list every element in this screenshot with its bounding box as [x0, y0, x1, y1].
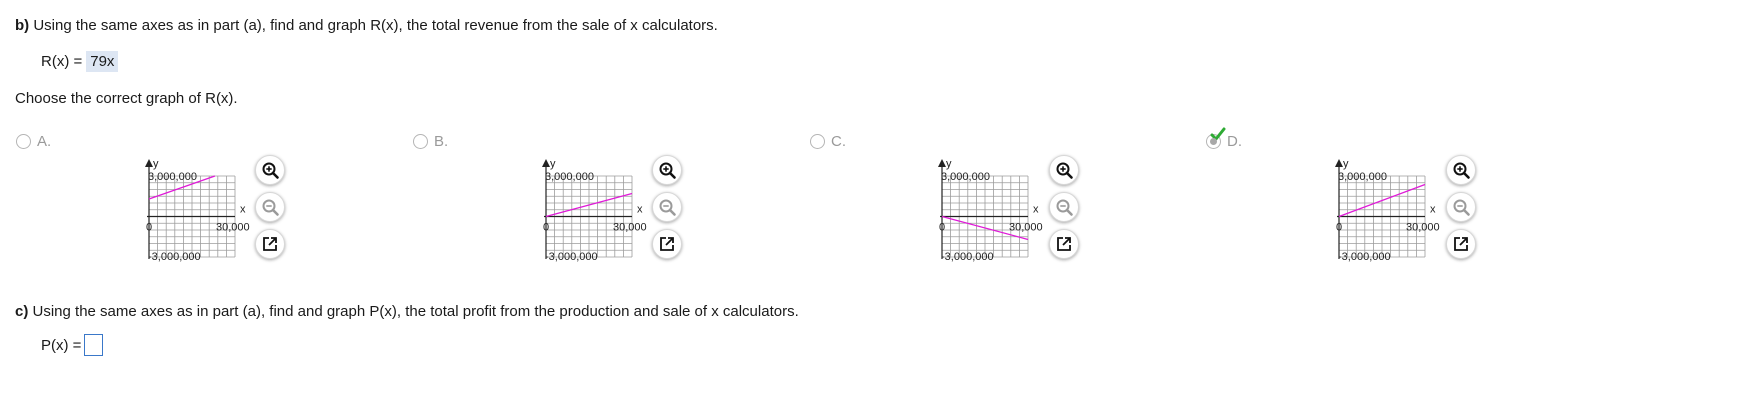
profit-answer-prefix: P(x) =	[41, 336, 82, 354]
y-max-label: 3,000,000	[545, 171, 594, 183]
graph-svg: y3,000,000 x 30,000 0 -3,000,000	[542, 158, 647, 263]
y-axis-label: y	[153, 158, 159, 170]
y-min-label: -3,000,000	[148, 251, 201, 263]
graph-option-d[interactable]: y 3,000,000 x 30,000 0 -3,000,000	[1330, 155, 1450, 272]
x-axis-label: x	[637, 204, 643, 216]
y-min-label: -3,000,000	[941, 251, 994, 263]
correct-check-icon	[1210, 127, 1226, 141]
popout-button[interactable]	[255, 229, 285, 259]
origin-label: 0	[146, 222, 152, 234]
graph-option-b[interactable]: y 3,000,000 x 30,000 0 -3,000,000	[537, 155, 657, 272]
zoom-out-icon	[262, 199, 279, 216]
y-axis-label: y	[1343, 158, 1349, 170]
option-c-radio[interactable]	[810, 134, 825, 149]
part-c-text: Using the same axes as in part (a), find…	[32, 303, 799, 320]
popout-button[interactable]	[652, 229, 682, 259]
graph-option-c[interactable]: y 3,000,000 x 30,000 0 -3,000,000	[933, 155, 1053, 272]
x-max-label: 30,000	[1406, 222, 1440, 234]
revenue-answer-prefix: R(x) =	[41, 53, 83, 70]
zoom-in-icon	[1056, 162, 1073, 179]
zoom-out-button[interactable]	[652, 192, 682, 222]
popout-button[interactable]	[1049, 229, 1079, 259]
profit-answer-input[interactable]	[84, 334, 104, 356]
y-axis-label: y	[946, 158, 952, 170]
y-axis-arrow-icon	[542, 159, 550, 167]
option-d[interactable]: D.	[1206, 127, 1242, 150]
graph-svg: y3,000,000 x 30,000 0 -3,000,000	[938, 158, 1043, 263]
zoom-in-button[interactable]	[255, 155, 285, 185]
zoom-in-button[interactable]	[1446, 155, 1476, 185]
option-a-radio[interactable]	[16, 134, 31, 149]
option-d-radio[interactable]	[1206, 127, 1226, 149]
graph-option-a[interactable]: y 3,000,000 x 30,000 0 -3,000,000	[140, 155, 260, 272]
y-axis-label: y	[550, 158, 556, 170]
y-max-label: 3,000,000	[941, 171, 990, 183]
popout-icon	[659, 236, 674, 251]
zoom-in-button[interactable]	[1049, 155, 1079, 185]
popout-icon	[1056, 236, 1071, 251]
y-min-label: -3,000,000	[545, 251, 598, 263]
option-c[interactable]: C.	[810, 133, 846, 150]
graph-svg: y3,000,000 x 30,000 0 -3,000,000	[1335, 158, 1440, 263]
popout-button[interactable]	[1446, 229, 1476, 259]
part-b-label: b)	[15, 17, 30, 34]
x-max-label: 30,000	[613, 222, 647, 234]
revenue-answer-value: 79x	[86, 51, 119, 72]
zoom-out-button[interactable]	[255, 192, 285, 222]
origin-label: 0	[939, 222, 945, 234]
popout-icon	[1453, 236, 1468, 251]
part-c-question: c) Using the same axes as in part (a), f…	[15, 303, 799, 320]
y-max-label: 3,000,000	[148, 171, 197, 183]
zoom-out-icon	[1453, 199, 1470, 216]
option-b-label: B.	[434, 133, 449, 150]
zoom-out-icon	[1056, 199, 1073, 216]
option-a[interactable]: A.	[16, 133, 51, 150]
y-axis-arrow-icon	[1335, 159, 1343, 167]
part-b-question: b) Using the same axes as in part (a), f…	[15, 17, 718, 34]
y-max-label: 3,000,000	[1338, 171, 1387, 183]
x-max-label: 30,000	[216, 222, 250, 234]
option-b[interactable]: B.	[413, 133, 448, 150]
part-c-label: c)	[15, 303, 29, 320]
zoom-out-button[interactable]	[1446, 192, 1476, 222]
option-b-radio[interactable]	[413, 134, 428, 149]
y-axis-arrow-icon	[938, 159, 946, 167]
x-axis-label: x	[1430, 204, 1436, 216]
zoom-in-icon	[659, 162, 676, 179]
origin-label: 0	[1336, 222, 1342, 234]
profit-answer: P(x) =	[41, 334, 104, 356]
graph-svg: y3,000,000 x 30,000 0 -3,000,000	[145, 158, 250, 263]
zoom-in-icon	[1453, 162, 1470, 179]
zoom-in-icon	[262, 162, 279, 179]
zoom-out-icon	[659, 199, 676, 216]
graph-instruction: Choose the correct graph of R(x).	[15, 90, 238, 107]
option-a-label: A.	[37, 133, 52, 150]
revenue-answer: R(x) = 79x	[41, 51, 119, 72]
popout-icon	[262, 236, 277, 251]
x-axis-label: x	[240, 204, 246, 216]
option-d-label: D.	[1227, 133, 1242, 150]
part-b-text: Using the same axes as in part (a), find…	[33, 17, 718, 34]
y-min-label: -3,000,000	[1338, 251, 1391, 263]
option-c-label: C.	[831, 133, 846, 150]
origin-label: 0	[543, 222, 549, 234]
y-axis-arrow-icon	[145, 159, 153, 167]
zoom-out-button[interactable]	[1049, 192, 1079, 222]
x-axis-label: x	[1033, 204, 1039, 216]
zoom-in-button[interactable]	[652, 155, 682, 185]
x-max-label: 30,000	[1009, 222, 1043, 234]
